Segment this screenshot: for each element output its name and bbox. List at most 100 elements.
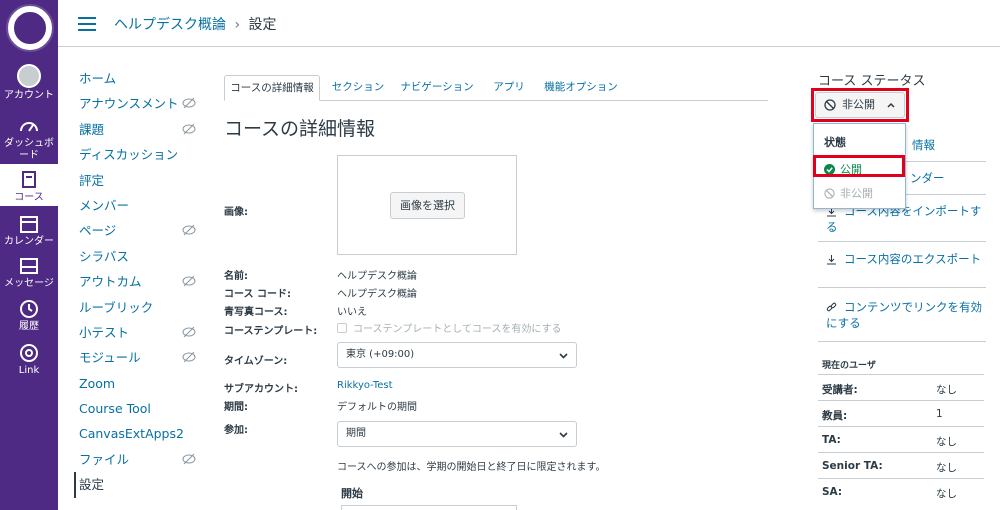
sidebar-divider — [818, 341, 986, 342]
course-nav-item[interactable]: ページ — [74, 218, 196, 243]
courses-icon — [22, 171, 36, 188]
table-row: TA: なし — [818, 426, 984, 452]
participation-label: 参加: — [224, 425, 248, 436]
name-value: ヘルプデスク概論 — [337, 271, 417, 282]
subaccount-value: Rikkyo-Test — [337, 380, 393, 391]
checkbox-box[interactable] — [337, 322, 347, 333]
download-icon — [827, 255, 836, 265]
header-divider — [58, 46, 1000, 47]
calendar-icon — [20, 216, 38, 233]
university-logo[interactable] — [6, 4, 54, 52]
chevron-down-icon — [559, 432, 568, 438]
global-nav-messages[interactable]: メッセージ — [0, 256, 58, 290]
settings-tabs: コースの詳細情報 セクション ナビゲーション アプリ 機能オプション — [224, 75, 768, 101]
global-nav-calendar[interactable]: カレンダー — [0, 214, 58, 248]
participation-select[interactable]: 期間 — [337, 421, 577, 447]
lifebuoy-icon — [20, 344, 38, 362]
course-nav-item[interactable]: メンバー — [74, 193, 196, 218]
ban-icon — [824, 187, 835, 199]
course-nav-item[interactable]: 評定 — [74, 168, 196, 193]
course-nav: ホーム アナウンスメント 課題 ディスカッション 評定 メンバー ページ シラバ… — [74, 66, 196, 498]
table-row: Senior TA: なし — [818, 452, 984, 478]
global-nav-link[interactable]: Link — [0, 343, 58, 377]
avatar — [17, 64, 41, 88]
tab-navigation[interactable]: ナビゲーション — [396, 75, 478, 101]
link-export-content[interactable]: コース内容のエクスポート — [818, 251, 986, 267]
menu-item-unpublish[interactable]: 非公開 — [824, 185, 873, 201]
ban-icon — [824, 99, 836, 111]
inbox-icon — [20, 258, 38, 274]
course-nav-item[interactable]: 課題 — [74, 117, 196, 142]
subaccount-link[interactable]: Rikkyo-Test — [337, 380, 393, 391]
sidebar-divider — [818, 241, 986, 242]
name-label: 名前: — [224, 271, 248, 282]
start-label: 開始 — [341, 487, 363, 500]
course-status-title: コース ステータス — [818, 74, 926, 89]
course-nav-item-settings[interactable]: 設定 — [74, 472, 196, 498]
template-label: コーステンプレート: — [224, 326, 318, 337]
global-nav: アカウント ダッシュボード コース カレンダー メッセージ 履歴 Link — [0, 0, 58, 510]
page-title: コースの詳細情報 — [224, 118, 376, 140]
global-nav-dashboard[interactable]: ダッシュボード — [0, 116, 58, 162]
eye-slash-icon — [182, 98, 196, 109]
eye-slash-icon — [182, 123, 196, 135]
timezone-label: タイムゾーン: — [224, 356, 288, 367]
course-nav-item[interactable]: CanvasExtApps2 — [74, 421, 196, 446]
menu-toggle-button[interactable] — [78, 17, 96, 31]
breadcrumb-current: 設定 — [248, 17, 277, 33]
course-nav-item[interactable]: ディスカッション — [74, 142, 196, 167]
global-nav-account[interactable]: アカウント — [0, 64, 58, 102]
clock-icon — [20, 300, 38, 318]
eye-slash-icon — [182, 275, 196, 287]
status-unpublished-button[interactable]: 非公開 — [815, 92, 905, 118]
course-nav-item[interactable]: アナウンスメント — [74, 91, 196, 116]
term-value: デフォルトの期間 — [337, 402, 417, 413]
global-nav-courses[interactable]: コース — [0, 164, 58, 206]
timezone-select[interactable]: 東京 (+09:00) — [337, 342, 577, 368]
blueprint-value: いいえ — [337, 307, 367, 318]
breadcrumb: ヘルプデスク概論 › 設定 — [114, 14, 277, 34]
course-nav-item[interactable]: アウトカム — [74, 269, 196, 294]
link-share-content[interactable]: コンテンツでリンクを有効にする — [818, 299, 986, 331]
template-checkbox[interactable]: コーステンプレートとしてコースを有効にする — [337, 320, 562, 335]
start-date-input[interactable] — [341, 505, 517, 510]
dropdown-header: 状態 — [824, 136, 846, 149]
course-nav-item[interactable]: Course Tool — [74, 396, 196, 421]
course-image-box: 画像を選択 — [337, 155, 517, 255]
table-row: 受講者: なし — [818, 374, 984, 400]
tab-sections[interactable]: セクション — [324, 75, 392, 101]
highlight-box-publish — [813, 155, 905, 177]
course-nav-item[interactable]: シラバス — [74, 244, 196, 269]
course-nav-item[interactable]: Zoom — [74, 371, 196, 396]
course-nav-item[interactable]: ファイル — [74, 447, 196, 472]
eye-slash-icon — [182, 351, 196, 363]
chevron-up-icon — [887, 102, 895, 108]
image-label: 画像: — [224, 207, 248, 218]
participation-note: コースへの参加は、学期の開始日と終了日に限定されます。 — [337, 462, 606, 473]
global-nav-history[interactable]: 履歴 — [0, 299, 58, 333]
sidebar-divider — [818, 287, 986, 288]
eye-slash-icon — [182, 326, 196, 338]
breadcrumb-course-link[interactable]: ヘルプデスク概論 — [114, 17, 226, 33]
tab-course-details[interactable]: コースの詳細情報 — [224, 75, 320, 101]
current-users-header: 現在のユーザ — [822, 361, 876, 371]
course-nav-item[interactable]: ルーブリック — [74, 295, 196, 320]
chevron-down-icon — [559, 353, 568, 359]
subaccount-label: サブアカウント: — [224, 384, 298, 395]
course-nav-item[interactable]: モジュール — [74, 345, 196, 370]
choose-image-button[interactable]: 画像を選択 — [390, 192, 465, 219]
eye-slash-icon — [182, 224, 196, 236]
tab-apps[interactable]: アプリ — [482, 75, 536, 101]
table-row: 教員: 1 — [818, 400, 984, 426]
eye-slash-icon — [182, 453, 196, 465]
course-nav-item[interactable]: ホーム — [74, 66, 196, 91]
blueprint-label: 青写真コース: — [224, 307, 288, 318]
tab-feature-options[interactable]: 機能オプション — [540, 75, 622, 101]
course-nav-item[interactable]: 小テスト — [74, 320, 196, 345]
breadcrumb-separator: › — [234, 17, 241, 33]
term-label: 期間: — [224, 402, 248, 413]
course-code-label: コース コード: — [224, 289, 291, 300]
link-icon — [826, 302, 837, 312]
table-row: SA: なし — [818, 478, 984, 504]
dashboard-icon — [20, 122, 38, 132]
